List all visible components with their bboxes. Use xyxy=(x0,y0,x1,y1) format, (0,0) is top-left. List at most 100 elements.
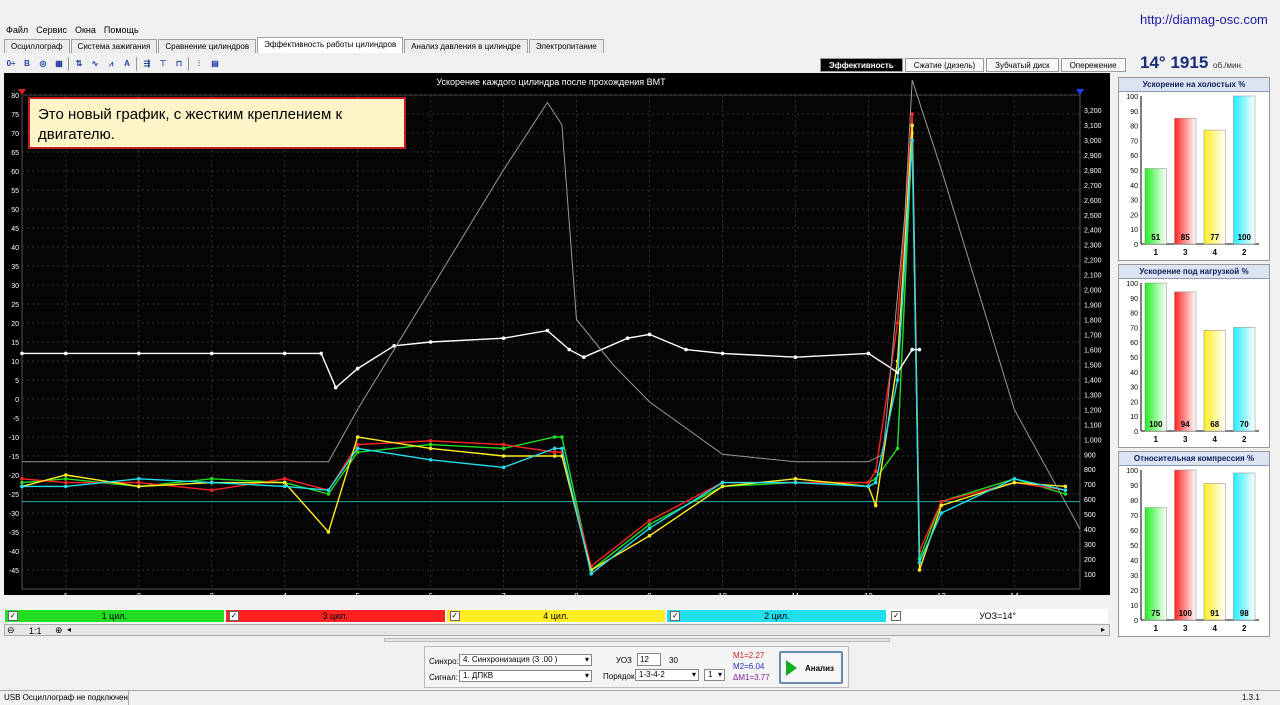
toolbar-separator xyxy=(68,57,70,71)
series-point-3 xyxy=(63,484,68,489)
plot-area xyxy=(21,94,1081,590)
series-point-3 xyxy=(1063,488,1068,493)
scale-icon[interactable]: 0÷ xyxy=(4,57,18,71)
series-point-0 xyxy=(501,446,506,451)
tab-0[interactable]: Осциллограф xyxy=(4,39,70,53)
mode-tab-3[interactable]: Опережение xyxy=(1060,58,1126,72)
splitter-handle[interactable] xyxy=(384,638,890,642)
sync-icon[interactable]: ⇶ xyxy=(140,57,154,71)
series-point-1 xyxy=(136,480,141,485)
uoz-extra: 30 xyxy=(669,656,678,665)
series-point-2 xyxy=(428,446,433,451)
zoom-in-icon[interactable]: ⊕ xyxy=(55,625,63,636)
legend-item-1[interactable]: ✓ 3 цил. xyxy=(224,609,446,623)
tab-5[interactable]: Электропитание xyxy=(528,39,604,53)
palette-icon[interactable]: ▦ xyxy=(52,57,66,71)
bold-icon[interactable]: B xyxy=(20,57,34,71)
series-point-2 xyxy=(282,480,287,485)
legend-checkbox[interactable]: ✓ xyxy=(891,611,902,621)
order-extra-select[interactable]: 1 xyxy=(704,669,725,681)
y-left-tick-label: 70 xyxy=(11,131,19,138)
y-right-tick-label: 100 xyxy=(1084,572,1096,579)
y-right-tick-label: 2,200 xyxy=(1084,258,1102,265)
series-point-4 xyxy=(355,366,360,371)
side-bar-value: 100 xyxy=(1149,420,1163,429)
side-y-tick-label: 50 xyxy=(1130,355,1138,362)
series-point-4 xyxy=(647,332,652,337)
side-chart-title: Ускорение на холостых % xyxy=(1119,78,1269,92)
sync-select[interactable]: 4. Синхронизация (3 .00 ) xyxy=(459,654,592,666)
wave-icon[interactable]: ∿ xyxy=(88,57,102,71)
series-point-3 xyxy=(720,480,725,485)
menu-file[interactable]: Файл xyxy=(6,25,28,35)
menu-help[interactable]: Помощь xyxy=(104,25,139,35)
series-point-4 xyxy=(895,370,900,375)
side-bar xyxy=(1233,95,1256,245)
legend-checkbox[interactable]: ✓ xyxy=(670,611,681,621)
side-y-tick-label: 100 xyxy=(1126,94,1138,101)
tab-3[interactable]: Эффективность работы цилиндров xyxy=(257,37,404,53)
side-y-tick-label: 80 xyxy=(1130,124,1138,131)
filter-icon[interactable]: ⊓ xyxy=(172,57,186,71)
x-tick-label: 6 xyxy=(428,592,433,595)
tab-4[interactable]: Анализ давления в цилиндре xyxy=(404,39,528,53)
legend-checkbox[interactable]: ✓ xyxy=(8,611,18,621)
legend-item-4[interactable]: ✓ УОЗ=14° xyxy=(887,609,1108,623)
side-chart-svg: 0 10 20 30 40 50 60 70 80 90 100 75 1 100 3 91 4 98 2 xyxy=(1126,468,1259,633)
scroll-left-icon[interactable]: ◂ xyxy=(67,625,71,634)
legend-checkbox[interactable]: ✓ xyxy=(449,611,460,621)
legend-item-3[interactable]: ✓ 2 цил. xyxy=(666,609,888,623)
mode-tab-2[interactable]: Зубчатый диск xyxy=(986,58,1059,72)
series-point-0 xyxy=(63,477,68,481)
y-right-tick-label: 900 xyxy=(1084,452,1096,459)
y-right-tick-label: 2,400 xyxy=(1084,228,1102,235)
series-point-4 xyxy=(545,328,550,333)
y-right-tick-label: 2,600 xyxy=(1084,198,1102,205)
y-right-tick-label: 2,100 xyxy=(1084,273,1102,280)
sort-icon[interactable]: ⇅ xyxy=(72,57,86,71)
measure-icon[interactable]: ⊤ xyxy=(156,57,170,71)
legend-item-2[interactable]: ✓ 4 цил. xyxy=(445,609,667,623)
x-tick-label: 11 xyxy=(791,592,800,595)
y-left-tick-label: -25 xyxy=(9,492,19,499)
y-right-tick-label: 1,400 xyxy=(1084,377,1102,384)
y-right-tick-label: 500 xyxy=(1084,512,1096,519)
legend-checkbox[interactable]: ✓ xyxy=(228,611,239,621)
side-bar-value: 100 xyxy=(1179,609,1193,618)
spike-icon[interactable]: ⩘ xyxy=(104,57,118,71)
series-point-2 xyxy=(552,454,557,458)
chart-scrollbar[interactable]: ⊖ 1:1 ⊕ ◂ ▸ xyxy=(4,624,1110,636)
side-bar-category: 3 xyxy=(1183,248,1188,257)
series-point-3 xyxy=(910,138,914,143)
alg-icon[interactable]: A xyxy=(120,57,134,71)
table-icon[interactable]: ▤ xyxy=(208,57,222,71)
tab-1[interactable]: Система зажигания xyxy=(70,39,158,53)
scroll-right-icon[interactable]: ▸ xyxy=(1101,625,1105,634)
zoom-out-icon[interactable]: ⊖ xyxy=(7,625,15,636)
side-y-tick-label: 40 xyxy=(1130,558,1138,565)
side-bar-category: 2 xyxy=(1242,624,1247,633)
zoom-icon[interactable]: ◎ xyxy=(36,57,50,71)
main-chart: 1234567891011121314807570656055504540353… xyxy=(4,73,1110,601)
series-point-3 xyxy=(560,446,564,451)
cylinders-icon[interactable]: ⫶ xyxy=(192,57,206,71)
series-point-2 xyxy=(501,454,506,458)
legend-item-0[interactable]: ✓ 1 цил. xyxy=(4,609,225,623)
series-point-0 xyxy=(560,435,564,439)
tab-2[interactable]: Сравнение цилиндров xyxy=(158,39,257,53)
signal-select[interactable]: 1. ДПКВ xyxy=(459,670,592,682)
series-point-3 xyxy=(866,484,871,489)
side-y-tick-label: 30 xyxy=(1130,573,1138,580)
menu-windows[interactable]: Окна xyxy=(75,25,96,35)
main-tabs: Осциллограф Система зажигания Сравнение ци… xyxy=(4,37,605,54)
mode-tab-1[interactable]: Сжатие (дизель) xyxy=(904,58,985,72)
series-point-3 xyxy=(136,477,141,481)
mode-tab-0[interactable]: Эффективность xyxy=(820,58,903,72)
order-select[interactable]: 1-3-4-2 xyxy=(635,669,699,681)
analyze-button[interactable]: Анализ xyxy=(779,651,843,684)
uoz-stepper[interactable]: 12 xyxy=(637,653,661,666)
menu-service[interactable]: Сервис xyxy=(36,25,67,35)
side-y-tick-label: 40 xyxy=(1130,370,1138,377)
chart-title: Ускорение каждого цилиндра после прохожд… xyxy=(436,77,666,87)
series-point-2 xyxy=(355,435,360,439)
